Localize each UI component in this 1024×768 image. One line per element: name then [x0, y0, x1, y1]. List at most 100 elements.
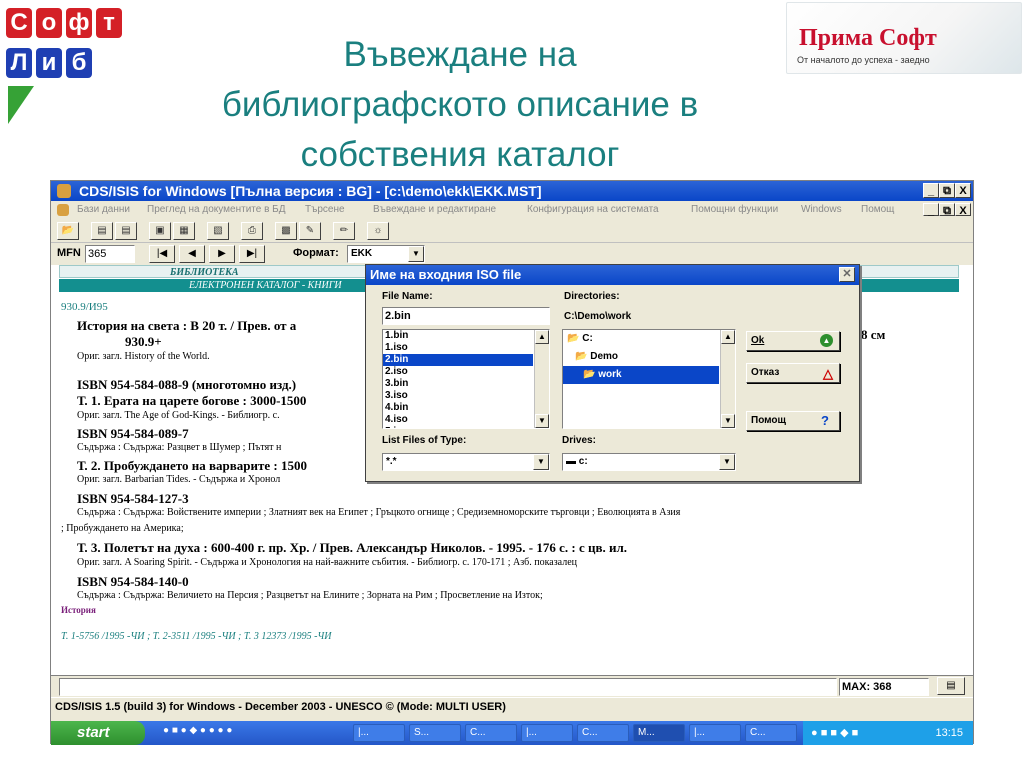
next-record-button[interactable]: ▶	[209, 245, 235, 263]
start-button[interactable]: start	[51, 721, 145, 745]
menu-entry-edit[interactable]: Въвеждане и редактиране	[373, 201, 496, 219]
quick-launch: ● ■ ● ◆ ● ● ● ●	[163, 725, 343, 741]
file-item[interactable]: 2.iso	[383, 366, 533, 378]
edit-icon[interactable]: ✎	[299, 222, 321, 240]
lightbulb-icon[interactable]: ☼	[367, 222, 389, 240]
menu-windows[interactable]: Windows	[801, 201, 842, 219]
book-icon[interactable]: ▤	[937, 677, 965, 695]
quick-launch-icons[interactable]: ● ■ ● ◆ ● ● ● ●	[163, 725, 232, 736]
start-label: start	[77, 724, 110, 741]
format-value: EKK	[351, 248, 373, 259]
file-item[interactable]: 4.bin	[383, 402, 533, 414]
question-icon: ?	[821, 413, 829, 428]
drives-select[interactable]: ▬ c: ▼	[562, 453, 736, 471]
record-line: Съдържа : Съдържа: Разцвет в Шумер ; Път…	[77, 442, 282, 453]
pencil-icon[interactable]: ✏	[333, 222, 355, 240]
file-item[interactable]: 4.iso	[383, 414, 533, 426]
file-item-selected[interactable]: 2.bin	[383, 354, 533, 366]
file-list[interactable]: 1.bin 1.iso 2.bin 2.iso 3.bin 3.iso 4.bin 4.iso…	[382, 329, 550, 429]
record-line: Съдържа : Съдържа: Величието на Персия ;…	[77, 590, 543, 601]
dir-list-scrollbar[interactable]: ▲ ▼	[720, 330, 735, 428]
taskbar-item[interactable]: C...	[577, 724, 629, 742]
prima-soft-logo: Прима Софт От началото до успеха - заедн…	[786, 2, 1022, 74]
drive-value: c:	[578, 456, 588, 467]
preview-icon[interactable]: ▧	[207, 222, 229, 240]
menu-config[interactable]: Конфигурация на системата	[527, 201, 659, 219]
taskbar-item[interactable]: S...	[409, 724, 461, 742]
scroll-up-icon[interactable]: ▲	[535, 330, 549, 344]
doc-close-button[interactable]: X	[955, 203, 971, 217]
taskbar-item[interactable]: C...	[745, 724, 797, 742]
app-icon	[57, 184, 71, 198]
max-mfn: MAX: 368	[839, 678, 929, 696]
form-icon[interactable]: ▩	[275, 222, 297, 240]
last-record-button[interactable]: ▶|	[239, 245, 265, 263]
format-select[interactable]: EKK ▼	[347, 245, 425, 263]
record-line: ; Пробуждането на Америка;	[61, 523, 184, 534]
print-icon[interactable]: ▤	[115, 222, 137, 240]
record-icon[interactable]: ▣	[149, 222, 171, 240]
record-line: 930.9+	[125, 334, 162, 349]
scroll-down-icon[interactable]: ▼	[721, 414, 735, 428]
warning-icon: △	[823, 366, 833, 381]
navigation-bar: MFN 365 |◀ ◀ ▶ ▶| Формат: EKK ▼	[51, 243, 973, 265]
taskbar-item[interactable]: |...	[353, 724, 405, 742]
help-button[interactable]: Помощ ?	[746, 411, 840, 431]
menu-help[interactable]: Помощ	[861, 201, 894, 219]
menu-browse[interactable]: Преглед на документите в БД	[147, 201, 286, 219]
record-line: Съдържа : Съдържа: Войствените империи ;…	[77, 507, 681, 518]
file-item[interactable]: 3.iso	[383, 390, 533, 402]
dir-label: C:	[582, 333, 593, 344]
file-item[interactable]: 1.bin	[383, 330, 533, 342]
dialog-close-button[interactable]: ✕	[839, 267, 855, 282]
close-button[interactable]: X	[955, 183, 971, 198]
open-icon[interactable]: 📂	[57, 222, 79, 240]
file-list-scrollbar[interactable]: ▲ ▼	[534, 330, 549, 428]
record-line: ISBN 954-584-127-3	[77, 491, 189, 506]
window-titlebar: CDS/ISIS for Windows [Пълна версия : BG]…	[51, 181, 973, 201]
minimize-button[interactable]: _	[923, 183, 939, 198]
record-line: Т. 1. Ерата на царете богове : 3000-1500	[77, 393, 307, 408]
cancel-button[interactable]: Отказ △	[746, 363, 840, 383]
print-format-icon[interactable]: ▤	[91, 222, 113, 240]
dir-item[interactable]: 📂 C:	[563, 330, 735, 348]
holdings-line: Т. 1-5756 /1995 -ЧИ ; Т. 2-3511 /1995 -Ч…	[61, 631, 332, 642]
mfn-input[interactable]: 365	[85, 245, 135, 263]
chevron-down-icon[interactable]: ▼	[719, 454, 735, 470]
doc-restore-button[interactable]: ⧉	[939, 203, 955, 217]
prev-record-button[interactable]: ◀	[179, 245, 205, 263]
file-type-label: List Files of Type:	[382, 435, 467, 446]
record-line: Ориг. загл. History of the World.	[77, 351, 210, 362]
taskbar-item[interactable]: |...	[689, 724, 741, 742]
chevron-down-icon[interactable]: ▼	[408, 246, 424, 262]
file-item[interactable]: 3.bin	[383, 378, 533, 390]
taskbar-item[interactable]: C...	[465, 724, 517, 742]
records-icon[interactable]: ▦	[173, 222, 195, 240]
menu-utilities[interactable]: Помощни функции	[691, 201, 778, 219]
tray-icons[interactable]: ● ■ ■ ◆ ■	[811, 721, 858, 745]
menu-search[interactable]: Търсене	[305, 201, 345, 219]
file-name-input[interactable]: 2.bin	[382, 307, 550, 325]
restore-button[interactable]: ⧉	[939, 183, 955, 198]
file-item[interactable]: 1.iso	[383, 342, 533, 354]
scroll-down-icon[interactable]: ▼	[535, 414, 549, 428]
ok-button[interactable]: Ok ▲	[746, 331, 840, 351]
doc-minimize-button[interactable]: _	[923, 203, 939, 217]
directory-list[interactable]: 📂 C: 📂 Demo 📂 work ▲ ▼	[562, 329, 736, 429]
format-label: Формат:	[293, 247, 339, 259]
file-item[interactable]: 5.iso	[383, 426, 533, 428]
dir-item-selected[interactable]: 📂 work	[563, 366, 719, 384]
first-record-button[interactable]: |◀	[149, 245, 175, 263]
menu-databases[interactable]: Бази данни	[77, 201, 130, 219]
printer-icon[interactable]: ⎙	[241, 222, 263, 240]
dir-item[interactable]: 📂 Demo	[563, 348, 735, 366]
title-line: библиографското описание в	[221, 85, 699, 124]
taskbar-item[interactable]: |...	[521, 724, 573, 742]
chevron-down-icon[interactable]: ▼	[533, 454, 549, 470]
record-line: Т. 2. Пробуждането на варварите : 1500	[77, 458, 307, 473]
drives-label: Drives:	[562, 435, 596, 446]
taskbar-item-active[interactable]: M...	[633, 724, 685, 742]
file-type-select[interactable]: *.* ▼	[382, 453, 550, 471]
app-menu-icon[interactable]	[57, 204, 69, 216]
scroll-up-icon[interactable]: ▲	[721, 330, 735, 344]
